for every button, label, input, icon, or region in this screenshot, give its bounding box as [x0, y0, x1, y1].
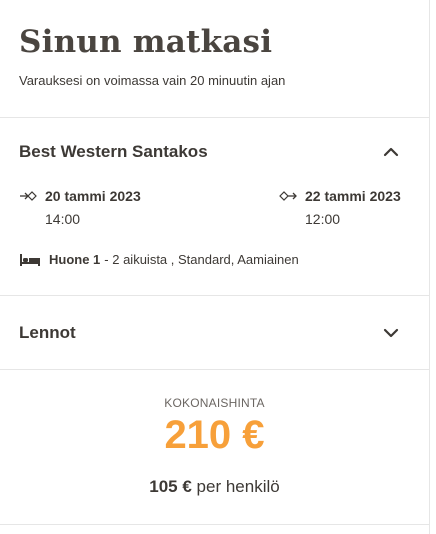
per-person-price: 105 € per henkilö — [0, 477, 429, 497]
check-out-date: 22 tammi 2023 — [305, 188, 401, 204]
total-price-label: KOKONAISHINTA — [164, 396, 265, 410]
reservation-timer-note: Varauksesi on voimassa vain 20 minuutin … — [19, 73, 286, 88]
total-price: 210 € — [164, 413, 265, 457]
check-in-icon — [19, 189, 37, 203]
bed-icon — [19, 253, 41, 267]
room-name: Huone 1 — [49, 252, 101, 267]
hotel-dates: 20 tammi 2023 14:00 22 tammi 2023 12:00 — [19, 188, 409, 238]
flights-section: Lennot — [0, 296, 429, 370]
check-out: 22 tammi 2023 12:00 — [279, 188, 401, 227]
hotel-section-header[interactable]: Best Western Santakos — [0, 118, 429, 164]
check-in: 20 tammi 2023 14:00 — [19, 188, 141, 227]
hotel-section: Best Western Santakos 20 tammi 2023 14:0… — [0, 118, 429, 296]
total-price-section: KOKONAISHINTA 210 € 105 € per henkilö — [0, 370, 429, 497]
per-person-suffix: per henkilö — [196, 477, 280, 496]
room-info: Huone 1 - 2 aikuista , Standard, Aamiain… — [19, 252, 299, 267]
check-out-time: 12:00 — [305, 211, 341, 227]
check-in-time: 14:00 — [45, 211, 81, 227]
flights-label: Lennot — [19, 323, 76, 342]
per-person-amount: 105 € — [149, 477, 192, 496]
divider — [0, 524, 429, 525]
hotel-name: Best Western Santakos — [19, 142, 208, 161]
room-details: - 2 aikuista , Standard, Aamiainen — [104, 252, 299, 267]
chevron-up-icon[interactable] — [383, 144, 399, 160]
check-out-icon — [279, 189, 297, 203]
chevron-down-icon[interactable] — [383, 325, 399, 341]
flights-section-header[interactable]: Lennot — [0, 296, 429, 370]
trip-summary-panel: Sinun matkasi Varauksesi on voimassa vai… — [0, 0, 430, 534]
page-title: Sinun matkasi — [19, 24, 273, 60]
trip-header: Sinun matkasi Varauksesi on voimassa vai… — [0, 0, 429, 118]
check-in-date: 20 tammi 2023 — [45, 188, 141, 204]
